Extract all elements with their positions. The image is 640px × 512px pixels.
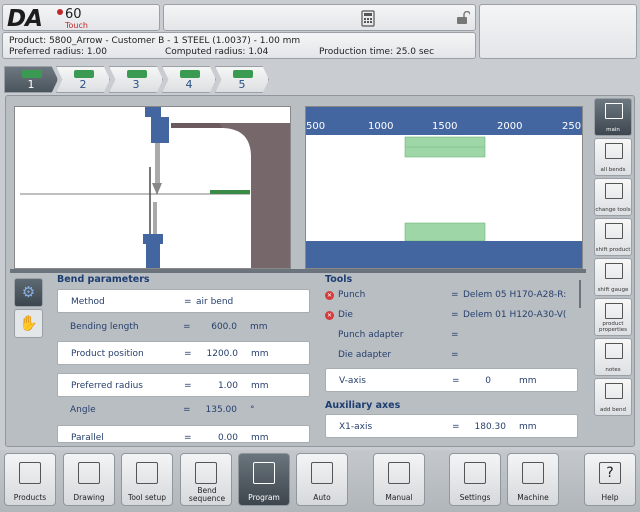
bend-tab-1[interactable]: 1 xyxy=(4,66,58,93)
bend-tab-4[interactable]: 4 xyxy=(162,66,216,93)
manual-gear-icon[interactable]: ✋ xyxy=(14,309,43,338)
nav-auto-button[interactable]: Auto xyxy=(296,453,348,506)
sidebar-shift-gauge-button[interactable]: shift gauge xyxy=(594,258,632,296)
bend-tab-2[interactable]: 2 xyxy=(56,66,110,93)
bend-shape-icon xyxy=(22,70,42,78)
param-angle: Angle = 135.00 ° xyxy=(70,405,255,415)
product-name: Product: 5800_Arrow - Customer B - 1 STE… xyxy=(9,36,301,46)
nav-tool-setup-button[interactable]: Tool setup xyxy=(121,453,173,506)
tool-setup-icon xyxy=(136,462,158,484)
top-center-panel xyxy=(163,4,476,31)
note-icon xyxy=(605,343,623,359)
tool-v-axis[interactable]: V-axis = 0 mm xyxy=(325,368,578,392)
param-product-position[interactable]: Product position = 1200.0 mm xyxy=(57,341,310,365)
settings-list-icon xyxy=(464,462,486,484)
shift-icon xyxy=(605,223,623,239)
unlock-icon[interactable] xyxy=(456,11,470,25)
nav-drawing-button[interactable]: Drawing xyxy=(63,453,115,506)
table-icon xyxy=(605,143,623,159)
front-view-drawing xyxy=(306,136,582,268)
nav-products-button[interactable]: Products xyxy=(4,453,56,506)
sidebar-change-tools-button[interactable]: change tools xyxy=(594,178,632,216)
sidebar-shift-product-button[interactable]: shift product xyxy=(594,218,632,256)
add-bend-icon xyxy=(605,383,623,399)
program-pages-icon xyxy=(253,462,275,484)
param-bending-length: Bending length = 600.0 mm xyxy=(70,322,268,332)
pane-divider[interactable] xyxy=(10,269,586,273)
param-parallel[interactable]: Parallel = 0.00 mm xyxy=(57,425,310,443)
param-mode-toggles: ⚙ ✋ xyxy=(14,278,44,340)
gears-icon[interactable]: ⚙ xyxy=(14,278,43,307)
sidebar-add-bend-button[interactable]: add bend xyxy=(594,378,632,416)
nav-machine-button[interactable]: Machine xyxy=(507,453,559,506)
side-view-canvas[interactable] xyxy=(14,106,291,269)
gauge-icon xyxy=(605,263,623,279)
param-preferred-radius[interactable]: Preferred radius = 1.00 mm xyxy=(57,373,310,397)
error-icon: ✕ xyxy=(325,311,334,320)
machine-icon xyxy=(522,462,544,484)
calculator-icon[interactable] xyxy=(361,10,375,27)
brand-dot-icon xyxy=(57,9,63,15)
side-view-drawing xyxy=(20,107,290,268)
top-right-panel xyxy=(479,4,637,59)
production-time-info: Production time: 25.0 sec xyxy=(319,47,435,57)
brand-name: DA xyxy=(7,6,43,32)
bend-shape-icon xyxy=(127,70,147,78)
play-icon xyxy=(311,462,333,484)
bend-shape-icon xyxy=(233,70,253,78)
nav-program-button[interactable]: Program xyxy=(238,453,290,506)
length-ruler: 500 1000 1500 2000 250 xyxy=(306,107,582,135)
tool-die-adapter: Die adapter = xyxy=(338,350,459,360)
product-info-panel: Product: 5800_Arrow - Customer B - 1 STE… xyxy=(2,32,476,59)
sequence-icon xyxy=(195,462,217,484)
document-icon xyxy=(605,303,623,319)
tools-icon xyxy=(605,183,623,199)
sidebar-notes-button[interactable]: notes xyxy=(594,338,632,376)
nav-help-button[interactable]: ? Help xyxy=(584,453,636,506)
folder-icon xyxy=(19,462,41,484)
tools-scrollbar[interactable] xyxy=(579,280,581,308)
main-view-icon xyxy=(605,103,623,119)
front-view-canvas[interactable]: 500 1000 1500 2000 250 xyxy=(305,106,583,269)
nav-bend-sequence-button[interactable]: Bend sequence xyxy=(180,453,232,506)
aux-x1-axis[interactable]: X1-axis = 180.30 mm xyxy=(325,414,578,438)
help-icon: ? xyxy=(599,462,621,484)
error-icon: ✕ xyxy=(325,291,334,300)
right-sidebar: main all bends change tools shift produc… xyxy=(594,98,634,418)
bend-parameters-title: Bend parameters xyxy=(57,274,150,285)
bend-shape-icon xyxy=(74,70,94,78)
sidebar-product-properties-button[interactable]: product properties xyxy=(594,298,632,336)
hand-icon xyxy=(388,462,410,484)
bend-tab-5[interactable]: 5 xyxy=(215,66,269,93)
pencil-icon xyxy=(78,462,100,484)
bend-shape-icon xyxy=(180,70,200,78)
brand-model: 60 xyxy=(65,7,82,22)
param-method[interactable]: Method = air bend xyxy=(57,289,310,313)
sidebar-main-button[interactable]: main xyxy=(594,98,632,136)
preferred-radius-info: Preferred radius: 1.00 xyxy=(9,47,107,57)
brand-variant: Touch xyxy=(65,21,88,30)
computed-radius-info: Computed radius: 1.04 xyxy=(165,47,269,57)
sidebar-all-bends-button[interactable]: all bends xyxy=(594,138,632,176)
nav-settings-button[interactable]: Settings xyxy=(449,453,501,506)
brand-logo: DA 60 Touch xyxy=(2,4,160,32)
auxiliary-axes-title: Auxiliary axes xyxy=(325,400,401,411)
nav-manual-button[interactable]: Manual xyxy=(373,453,425,506)
bend-tab-3[interactable]: 3 xyxy=(109,66,163,93)
